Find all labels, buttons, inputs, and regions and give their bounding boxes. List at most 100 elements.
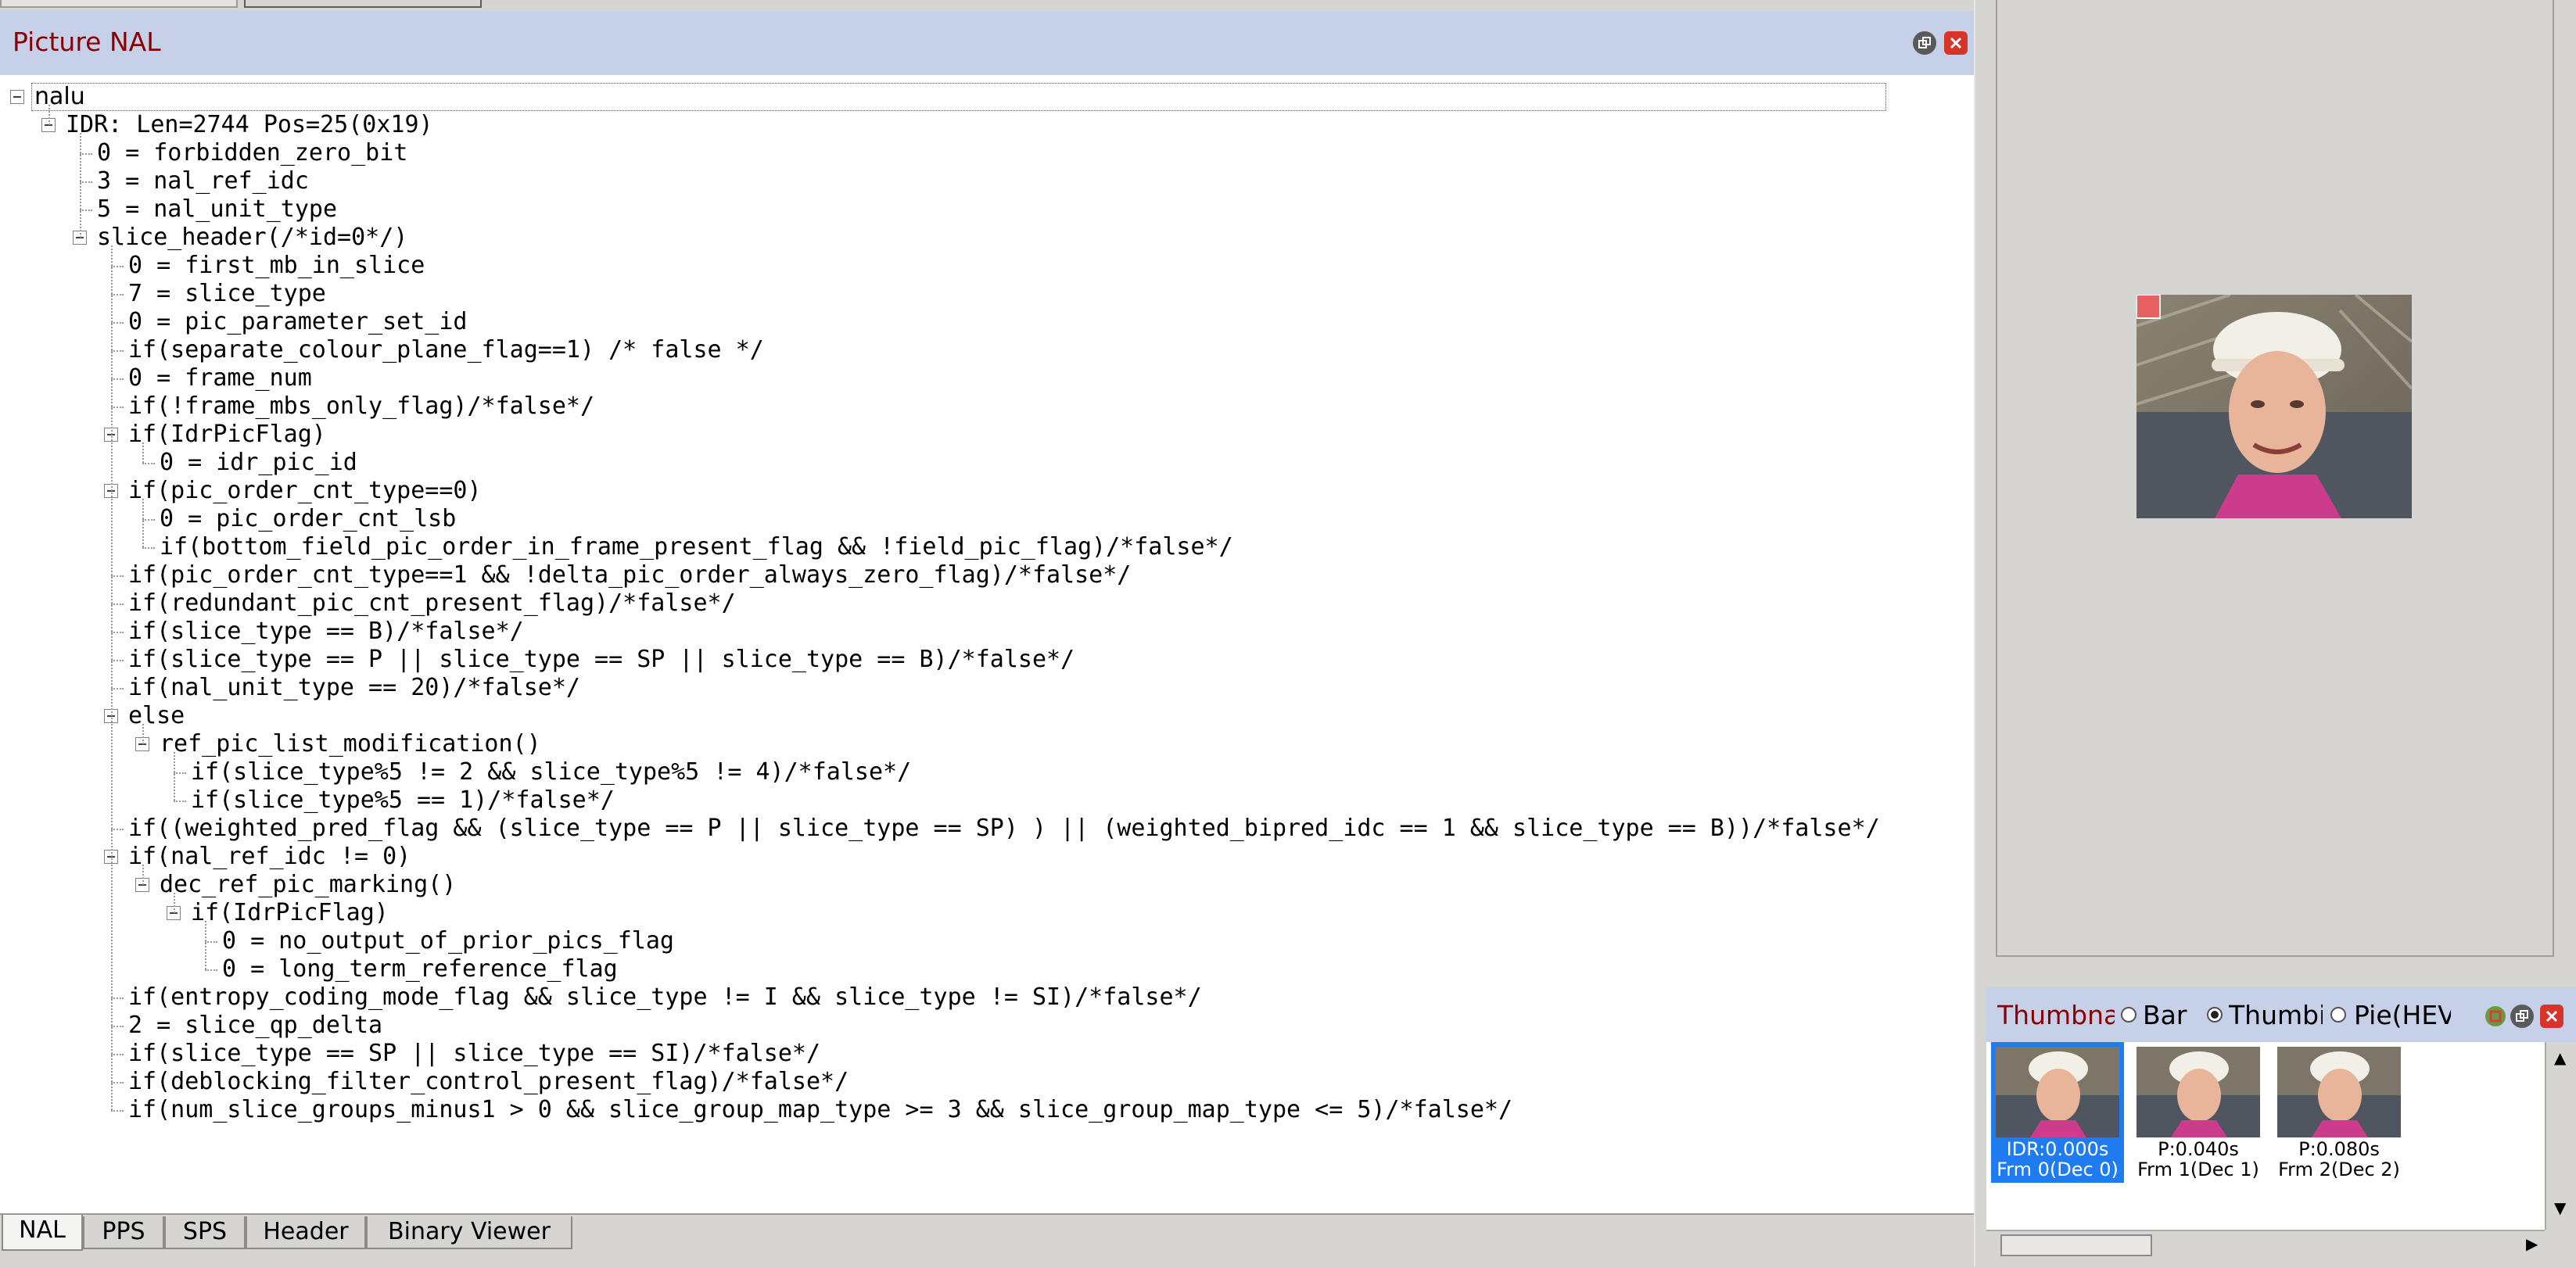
tree-connector bbox=[142, 865, 144, 885]
tree-node[interactable]: if(entropy_coding_mode_flag && slice_typ… bbox=[128, 983, 1202, 1012]
tree-connector bbox=[111, 575, 124, 577]
tree-connector bbox=[111, 688, 124, 690]
tree-node[interactable]: if(num_slice_groups_minus1 > 0 && slice_… bbox=[128, 1096, 1512, 1124]
float-icon[interactable] bbox=[2485, 1006, 2506, 1026]
thumbnail-frame-0[interactable]: IDR:0.000s Frm 0(Dec 0) bbox=[1991, 1042, 2124, 1183]
tree-node[interactable]: else bbox=[128, 702, 185, 730]
tree-connector bbox=[174, 801, 186, 802]
close-icon[interactable] bbox=[1944, 31, 1968, 55]
tree-connector bbox=[142, 442, 144, 463]
thumbnail-strip: IDR:0.000s Frm 0(Dec 0) P:0.040s Frm 1(Dec … bbox=[1986, 1042, 2545, 1230]
tree-node[interactable]: ref_pic_list_modification() bbox=[160, 730, 541, 758]
tree-connector bbox=[80, 153, 92, 155]
tab-binary-viewer[interactable]: Binary Viewer bbox=[366, 1216, 572, 1249]
tree-connector bbox=[111, 1054, 124, 1055]
tree-connector bbox=[111, 829, 124, 830]
tree-node[interactable]: 0 = no_output_of_prior_pics_flag bbox=[222, 927, 674, 955]
tree-selection-focus bbox=[31, 83, 1886, 111]
tree-node[interactable]: if(slice_type == SP || slice_type == SI)… bbox=[128, 1040, 820, 1068]
tree-node[interactable]: if(slice_type == B)/*false*/ bbox=[128, 618, 524, 646]
tree-node[interactable]: 0 = idr_pic_id bbox=[160, 449, 357, 477]
thumbnail-image bbox=[1996, 1047, 2119, 1137]
thumbnail-frame-1[interactable]: P:0.040s Frm 1(Dec 1) bbox=[2132, 1042, 2265, 1183]
radio-thumbnail-label: Thumbi bbox=[2229, 1000, 2323, 1030]
tree-node[interactable]: 0 = first_mb_in_slice bbox=[128, 252, 425, 280]
tree-node[interactable]: if(slice_type == P || slice_type == SP |… bbox=[128, 646, 1075, 674]
thumbnail-frame-label: Frm 0(Dec 0) bbox=[1997, 1159, 2119, 1180]
collapse-toggle-icon[interactable] bbox=[10, 90, 24, 104]
nal-panel-titlebar: Picture NAL bbox=[0, 11, 1974, 77]
tree-node[interactable]: 7 = slice_type bbox=[128, 280, 326, 308]
tree-node[interactable]: if(slice_type%5 != 2 && slice_type%5 != … bbox=[191, 758, 911, 786]
tree-node[interactable]: if((weighted_pred_flag && (slice_type ==… bbox=[128, 815, 1880, 843]
thumbnail-image bbox=[2277, 1047, 2401, 1137]
tree-node[interactable]: 5 = nal_unit_type bbox=[97, 195, 337, 224]
tree-connector bbox=[111, 245, 113, 1110]
tree-node[interactable]: IDR: Len=2744 Pos=25(0x19) bbox=[66, 111, 433, 139]
thumbnail-close-icon[interactable] bbox=[2540, 1005, 2563, 1028]
tree-connector bbox=[111, 350, 124, 352]
thumbnail-frame-label: Frm 1(Dec 1) bbox=[2137, 1159, 2259, 1180]
tree-node[interactable]: if(IdrPicFlag) bbox=[191, 899, 389, 927]
tree-node[interactable]: if(separate_colour_plane_flag==1) /* fal… bbox=[128, 336, 764, 364]
tree-connector bbox=[111, 378, 124, 380]
thumbnail-frame-2[interactable]: P:0.080s Frm 2(Dec 2) bbox=[2273, 1042, 2406, 1183]
tree-node[interactable]: 0 = forbidden_zero_bit bbox=[97, 139, 407, 167]
tree-connector bbox=[80, 210, 92, 211]
thumbnail-horizontal-scrollbar[interactable]: ▶ bbox=[1986, 1230, 2545, 1258]
tree-node[interactable]: 3 = nal_ref_idc bbox=[97, 167, 309, 195]
tree-connector bbox=[111, 1082, 124, 1084]
tree-node[interactable]: if(bottom_field_pic_order_in_frame_prese… bbox=[160, 533, 1233, 561]
tree-connector bbox=[142, 724, 144, 744]
bottom-tab-bar: NAL PPS SPS Header Binary Viewer bbox=[0, 1213, 1974, 1268]
tree-node[interactable]: if(IdrPicFlag) bbox=[128, 421, 326, 449]
radio-bar[interactable] bbox=[2121, 1007, 2137, 1023]
tab-header[interactable]: Header bbox=[246, 1216, 366, 1249]
radio-thumbnail[interactable] bbox=[2207, 1007, 2223, 1023]
tree-node[interactable]: 0 = pic_parameter_set_id bbox=[128, 308, 467, 336]
tree-node[interactable]: slice_header(/*id=0*/) bbox=[97, 224, 407, 252]
thumbnail-panel-title: Thumbnai bbox=[1997, 1000, 2115, 1030]
thumbnail-restore-icon[interactable] bbox=[2510, 1005, 2534, 1028]
tree-node[interactable]: 0 = long_term_reference_flag bbox=[222, 955, 618, 983]
nal-syntax-tree[interactable]: nalu IDR: Len=2744 Pos=25(0x19) 0 = forbid… bbox=[0, 75, 1974, 1212]
top-tab-left[interactable] bbox=[0, 0, 238, 8]
tab-pps[interactable]: PPS bbox=[83, 1216, 164, 1249]
tree-node[interactable]: if(redundant_pic_cnt_present_flag)/*fals… bbox=[128, 589, 736, 618]
restore-icon[interactable] bbox=[1913, 31, 1936, 55]
tree-connector bbox=[111, 1026, 124, 1027]
tree-node[interactable]: dec_ref_pic_marking() bbox=[160, 871, 456, 899]
tree-node[interactable]: if(pic_order_cnt_type==1 && !delta_pic_o… bbox=[128, 561, 1131, 589]
thumbnail-time-label: IDR:0.000s bbox=[2006, 1138, 2109, 1160]
tree-node[interactable]: 2 = slice_qp_delta bbox=[128, 1012, 382, 1040]
tree-connector bbox=[142, 519, 155, 521]
scroll-up-icon[interactable]: ▲ bbox=[2554, 1048, 2566, 1067]
tree-node[interactable]: if(!frame_mbs_only_flag)/*false*/ bbox=[128, 392, 594, 421]
picture-nal-panel: Picture NAL nalu IDR: Len=2744 Pos=25(0x1… bbox=[0, 11, 1975, 1213]
radio-pie[interactable] bbox=[2330, 1007, 2346, 1023]
radio-pie-label: Pie(HEV bbox=[2354, 1000, 2451, 1030]
tree-node[interactable]: if(deblocking_filter_control_present_fla… bbox=[128, 1068, 849, 1096]
tree-node[interactable]: 0 = frame_num bbox=[128, 364, 312, 392]
scrollbar-thumb[interactable] bbox=[2000, 1234, 2152, 1256]
tab-sps[interactable]: SPS bbox=[164, 1216, 246, 1249]
thumbnail-frame-label: Frm 2(Dec 2) bbox=[2278, 1159, 2400, 1180]
scroll-down-icon[interactable]: ▼ bbox=[2554, 1198, 2566, 1217]
video-frame-preview bbox=[2136, 293, 2413, 518]
tree-connector bbox=[111, 998, 124, 999]
top-tab-right[interactable] bbox=[244, 0, 482, 8]
tree-node[interactable]: 0 = pic_order_cnt_lsb bbox=[160, 505, 456, 533]
tree-node[interactable]: if(slice_type%5 == 1)/*false*/ bbox=[191, 786, 615, 815]
tree-node[interactable]: if(nal_unit_type == 20)/*false*/ bbox=[128, 674, 580, 702]
tree-node[interactable]: if(pic_order_cnt_type==0) bbox=[128, 477, 482, 505]
tree-connector bbox=[174, 772, 186, 774]
scroll-right-icon[interactable]: ▶ bbox=[2526, 1234, 2538, 1253]
tree-connector bbox=[142, 463, 155, 464]
tree-node[interactable]: if(nal_ref_idc != 0) bbox=[128, 843, 411, 871]
tab-nal[interactable]: NAL bbox=[2, 1215, 83, 1251]
nal-panel-title: Picture NAL bbox=[13, 27, 161, 57]
tree-connector bbox=[174, 752, 175, 801]
tree-connector bbox=[111, 604, 124, 605]
thumbnail-vertical-scrollbar[interactable]: ▲ ▼ bbox=[2545, 1042, 2576, 1230]
tree-connector bbox=[142, 499, 144, 547]
